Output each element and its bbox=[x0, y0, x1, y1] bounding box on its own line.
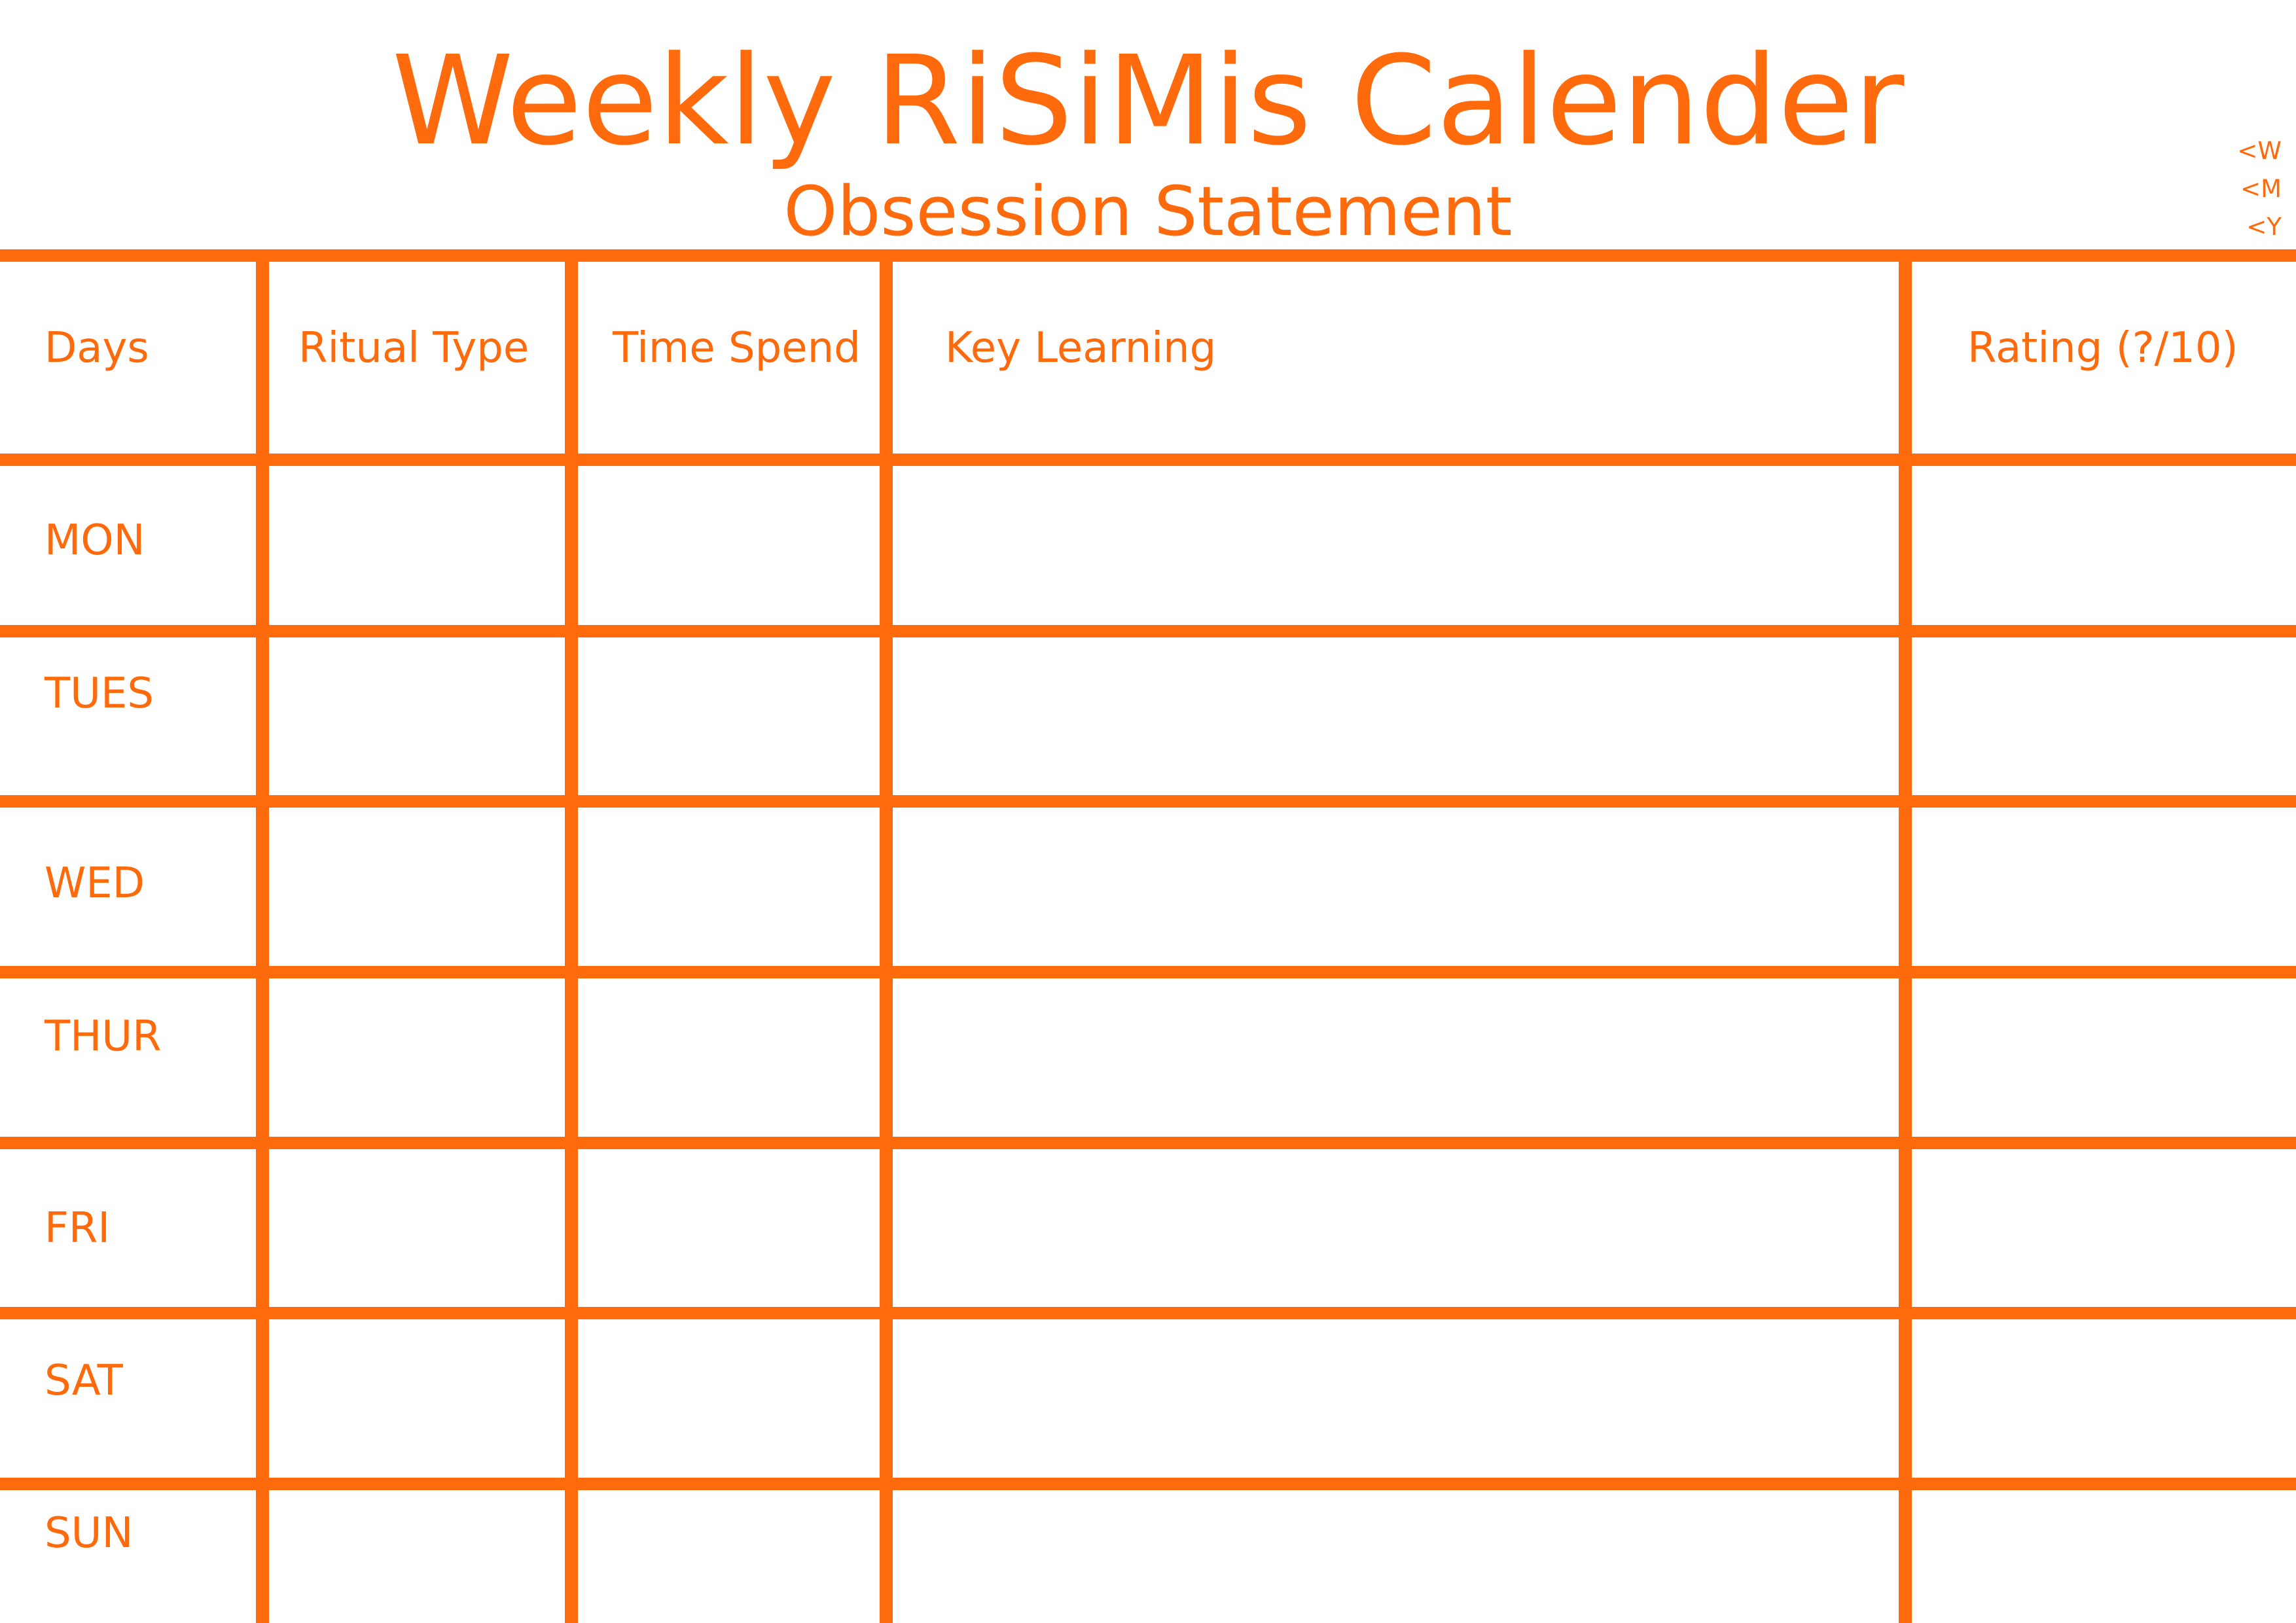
wed-rating-cell[interactable] bbox=[1912, 808, 2296, 966]
mon-rating-cell[interactable] bbox=[1912, 466, 2296, 625]
nav-month-link[interactable]: <M bbox=[2237, 170, 2282, 208]
column-divider bbox=[565, 257, 578, 1623]
row-divider bbox=[0, 1307, 2296, 1319]
wed-time-spend-cell[interactable] bbox=[578, 808, 880, 966]
mon-time-spend-cell[interactable] bbox=[578, 466, 880, 625]
day-label-wed: WED bbox=[45, 859, 145, 908]
mon-key-learning-cell[interactable] bbox=[893, 466, 1899, 625]
column-divider bbox=[256, 257, 269, 1623]
sun-time-spend-cell[interactable] bbox=[578, 1490, 880, 1623]
header-rating: Rating (?/10) bbox=[1967, 324, 2238, 372]
wed-key-learning-cell[interactable] bbox=[893, 808, 1899, 966]
row-divider bbox=[0, 795, 2296, 808]
tues-rating-cell[interactable] bbox=[1912, 637, 2296, 795]
row-divider bbox=[0, 1478, 2296, 1490]
view-nav: <W <M <Y bbox=[2237, 132, 2282, 246]
day-label-fri: FRI bbox=[45, 1204, 111, 1253]
row-divider bbox=[0, 1137, 2296, 1149]
sun-ritual-type-cell[interactable] bbox=[269, 1490, 565, 1623]
fri-time-spend-cell[interactable] bbox=[578, 1149, 880, 1307]
column-divider bbox=[880, 257, 893, 1623]
header-key-learning: Key Learning bbox=[945, 324, 1217, 372]
day-label-sat: SAT bbox=[45, 1357, 123, 1405]
tues-time-spend-cell[interactable] bbox=[578, 637, 880, 795]
thur-time-spend-cell[interactable] bbox=[578, 978, 880, 1137]
sun-rating-cell[interactable] bbox=[1912, 1490, 2296, 1623]
column-divider bbox=[1899, 257, 1912, 1623]
mon-ritual-type-cell[interactable] bbox=[269, 466, 565, 625]
thur-ritual-type-cell[interactable] bbox=[269, 978, 565, 1137]
day-label-thur: THUR bbox=[45, 1012, 162, 1061]
fri-ritual-type-cell[interactable] bbox=[269, 1149, 565, 1307]
fri-rating-cell[interactable] bbox=[1912, 1149, 2296, 1307]
row-divider bbox=[0, 625, 2296, 637]
table-top-border bbox=[0, 249, 2296, 262]
sat-time-spend-cell[interactable] bbox=[578, 1319, 880, 1478]
sun-key-learning-cell[interactable] bbox=[893, 1490, 1899, 1623]
sat-ritual-type-cell[interactable] bbox=[269, 1319, 565, 1478]
nav-week-link[interactable]: <W bbox=[2237, 132, 2282, 170]
day-label-tues: TUES bbox=[45, 669, 154, 718]
header-days: Days bbox=[45, 324, 149, 372]
header-time-spend: Time Spend bbox=[613, 324, 861, 372]
nav-year-link[interactable]: <Y bbox=[2237, 208, 2282, 246]
sat-key-learning-cell[interactable] bbox=[893, 1319, 1899, 1478]
day-label-mon: MON bbox=[45, 516, 145, 565]
obsession-statement: Obsession Statement bbox=[783, 171, 1513, 251]
thur-key-learning-cell[interactable] bbox=[893, 978, 1899, 1137]
row-divider bbox=[0, 966, 2296, 978]
page-title: Weekly RiSiMis Calender bbox=[391, 29, 1905, 173]
wed-ritual-type-cell[interactable] bbox=[269, 808, 565, 966]
fri-key-learning-cell[interactable] bbox=[893, 1149, 1899, 1307]
sat-rating-cell[interactable] bbox=[1912, 1319, 2296, 1478]
thur-rating-cell[interactable] bbox=[1912, 978, 2296, 1137]
tues-key-learning-cell[interactable] bbox=[893, 637, 1899, 795]
day-label-sun: SUN bbox=[45, 1509, 134, 1558]
header-ritual-type: Ritual Type bbox=[298, 324, 529, 372]
header-divider bbox=[0, 454, 2296, 466]
tues-ritual-type-cell[interactable] bbox=[269, 637, 565, 795]
